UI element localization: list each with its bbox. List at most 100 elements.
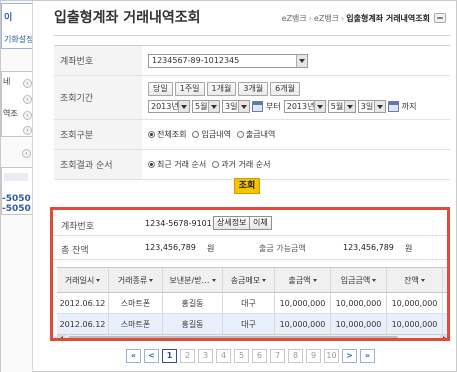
result-account-value: 1234-5678-91011 [145,219,217,228]
sidebar-menu-label: 역조 [3,109,18,118]
next-page-button[interactable]: > [342,349,357,363]
sort-down-icon [420,278,425,282]
page-button[interactable]: 6 [252,349,267,363]
from-year-select[interactable]: 2013년 [148,100,190,113]
page-button[interactable]: 1 [162,349,177,363]
from-day-select[interactable]: 3일 [222,100,250,113]
breadcrumb-separator: › [341,14,345,23]
column-header-label: 출금액 [288,275,311,285]
type-value-cell: 전체조회 입금내역 출금내역 [146,120,450,149]
to-month-select[interactable]: 5월 [327,100,356,113]
left-sidebar: 이 기화설정 네 › › 역조 › › › -5050 -5050 [1,1,33,372]
table-cell: 10,000,000 [387,293,443,313]
table-header: 거래일시 거래종류 보낸분/받… 송금메모 출금액 입금금액 잔액 [57,267,447,293]
account-select[interactable]: 1234567-89-1012345 [148,54,308,68]
page-button[interactable]: 2 [180,349,195,363]
scroll-right-icon[interactable] [440,335,447,338]
column-header[interactable]: 잔액 [387,268,443,292]
page-button[interactable]: 10 [324,349,339,363]
sort-down-icon [312,278,317,282]
table-cell: 2012.06.12 [57,293,109,313]
chevron-down-icon [208,101,219,112]
radio-icon [236,131,244,138]
scroll-left-icon[interactable] [58,335,66,338]
type-radio-group: 전체조회 입금내역 출금내역 [148,129,275,140]
to-day-select[interactable]: 3일 [357,100,386,113]
breadcrumb-item[interactable]: eZ뱅크 [282,14,307,23]
column-header[interactable]: 출금액 [275,268,331,292]
result-panel: 계좌번호 1234-5678-91011 상세정보 이체 총 잔액 123,45… [50,207,450,341]
page-button[interactable]: 4 [216,349,231,363]
type-deposit-radio[interactable]: 입금내역 [192,129,231,140]
first-page-button[interactable]: « [126,349,141,363]
period-1week-button[interactable]: 1주일 [174,82,205,96]
to-year-value: 2013년 [286,102,315,111]
table-cell: 10,000,000 [331,293,387,313]
period-1month-button[interactable]: 1개월 [206,82,237,96]
chevron-right-icon: › [23,95,32,104]
chevron-right-icon: › [23,126,32,135]
period-label: 조회기간 [54,76,142,119]
period-today-button[interactable]: 당일 [148,82,173,96]
order-past-radio[interactable]: 과거 거래 순서 [212,159,271,170]
table-cell: 대구 [223,293,275,313]
table-row[interactable]: 2012.06.12 스마트폰 홍길동 대구 10,000,000 10,000… [57,293,447,314]
column-header[interactable]: 입금금액 [331,268,387,292]
to-year-select[interactable]: 2013년 [283,100,326,113]
breadcrumb: eZ뱅크 › eZ뱅크 › 입출형계좌 거래내역조회 [282,13,446,24]
from-month-select[interactable]: 5월 [192,100,220,113]
breadcrumb-separator: › [308,14,312,23]
transfer-button[interactable]: 이체 [249,216,272,230]
prev-page-button[interactable]: < [144,349,159,363]
column-header[interactable]: 거래일시 [57,268,109,292]
print-icon[interactable] [434,13,446,23]
to-suffix: 까지 [401,102,417,111]
chevron-right-icon: › [23,79,32,88]
table-cell: 2012.06.12 [57,314,109,334]
column-header[interactable]: 거래종류 [109,268,163,292]
sidebar-menu-item[interactable]: › [2,92,32,108]
column-header[interactable]: 보낸분/받… [163,268,223,292]
radio-icon [212,161,220,168]
sidebar-menu-item[interactable]: › [1,147,32,161]
chevron-right-icon: › [22,149,31,158]
table-cell: 10,000,000 [331,314,387,334]
table-cell: 홍길동 [163,314,223,334]
order-recent-radio[interactable]: 최근 거래 순서 [148,159,206,170]
sidebar-settings-link[interactable]: 기화설정 [4,34,32,45]
calendar-icon[interactable] [252,101,263,112]
search-button[interactable]: 조회 [234,178,260,194]
table-cell: 홍길동 [163,293,223,313]
form-row-type: 조회구분 전체조회 입금내역 출금내역 [54,120,450,150]
calendar-icon[interactable] [387,101,399,112]
table-row[interactable]: 2012.06.12 스마트폰 홍길동 대구 10,000,000 10,000… [57,314,447,335]
page-button[interactable]: 3 [198,349,213,363]
last-page-button[interactable]: » [360,349,375,363]
period-3month-button[interactable]: 3개월 [238,82,269,96]
type-all-label: 전체조회 [157,130,187,139]
page-button[interactable]: 9 [306,349,321,363]
scroll-thumb[interactable] [68,336,398,338]
column-header-label: 입금금액 [340,275,371,285]
sidebar-menu-item[interactable]: 역조 › [2,108,32,124]
period-6month-button[interactable]: 6개월 [270,82,300,96]
sidebar-phone: -5050 [2,204,31,214]
detail-button[interactable]: 상세정보 [213,216,251,230]
type-all-radio[interactable]: 전체조회 [148,129,186,140]
breadcrumb-current: 입출형계좌 거래내역조회 [346,14,430,23]
sidebar-menu-item[interactable]: 네 › [2,76,32,92]
form-row-period: 조회기간 당일 1주일 1개월 3개월 6개월 2013년 5월 3일 부터 2… [54,76,450,120]
breadcrumb-item[interactable]: eZ뱅크 [314,14,339,23]
page-button[interactable]: 7 [270,349,285,363]
order-value-cell: 최근 거래 순서 과거 거래 순서 [146,150,450,179]
sort-down-icon [262,278,267,282]
table-cell: 10,000,000 [387,314,443,334]
type-withdraw-radio[interactable]: 출금내역 [236,129,275,140]
page-button[interactable]: 5 [234,349,249,363]
sidebar-menu-item[interactable]: › [2,123,32,139]
page-button[interactable]: 8 [288,349,303,363]
horizontal-scrollbar[interactable] [57,334,447,338]
chevron-down-icon [238,101,249,112]
column-header[interactable]: 송금메모 [223,268,275,292]
result-account-row: 계좌번호 1234-5678-91011 상세정보 이체 [53,212,447,236]
